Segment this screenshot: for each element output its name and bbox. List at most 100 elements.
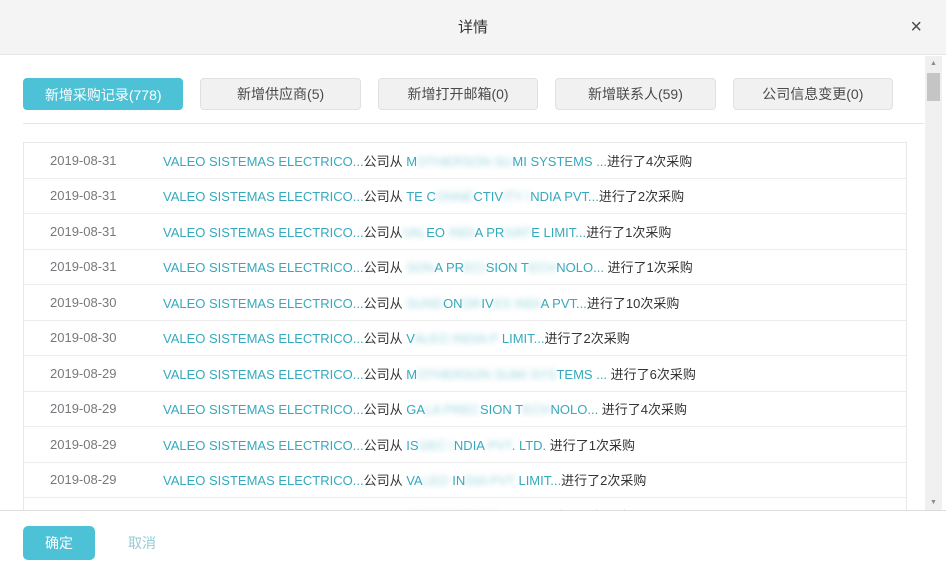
record-text: VALEO SISTEMAS ELECTRICO...公司从 VALEO IND…	[163, 328, 906, 347]
action-text: 进行了2次采购	[561, 473, 646, 488]
scroll-up-icon[interactable]: ▲	[925, 56, 942, 71]
supplier-link[interactable]: SION T	[480, 402, 523, 417]
company-link[interactable]: VALEO SISTEMAS ELECTRICO...	[163, 154, 364, 169]
company-link[interactable]: VALEO SISTEMAS ELECTRICO...	[163, 367, 364, 382]
supplier-link[interactable]: V	[406, 331, 414, 346]
supplier-link[interactable]: VA	[406, 473, 422, 488]
supplier-link[interactable]: LIMIT...	[502, 331, 545, 346]
confirm-button[interactable]: 确定	[23, 526, 95, 560]
supplier-link[interactable]: A PR	[475, 225, 505, 240]
action-text: 进行了1次采购	[550, 438, 635, 453]
record-text: VALEO SISTEMAS ELECTRICO...公司从 GALA PREC…	[163, 399, 906, 418]
company-link[interactable]: VALEO SISTEMAS ELECTRICO...	[163, 296, 364, 311]
supplier-link[interactable]: M	[406, 367, 417, 382]
supplier-link[interactable]: ON	[443, 296, 463, 311]
table-row: 2019-08-29VALEO SISTEMAS ELECTRICO...公司从…	[24, 427, 906, 463]
supplier-link[interactable]: GA	[406, 402, 425, 417]
table-row: 2019-08-31VALEO SISTEMAS ELECTRICO...公司从…	[24, 179, 906, 215]
supplier-link[interactable]: CTIV	[473, 189, 503, 204]
tab-4[interactable]: 公司信息变更(0)	[733, 78, 893, 110]
tab-1[interactable]: 新增供应商(5)	[200, 78, 360, 110]
supplier-link[interactable]: LIMIT...	[518, 473, 561, 488]
company-link[interactable]: VALEO SISTEMAS ELECTRICO...	[163, 402, 364, 417]
table-row: 2019-08-30VALEO SISTEMAS ELECTRICO...公司从…	[24, 321, 906, 357]
record-date: 2019-08-29	[24, 472, 163, 487]
supplier-link[interactable]: EO	[426, 225, 448, 240]
record-text: VALEO SISTEMAS ELECTRICO...公司从 MOTHERSON…	[163, 151, 906, 170]
record-text: VALEO SISTEMAS ELECTRICO...公司从 VALEO IND…	[163, 470, 906, 489]
action-text: 进行了2次采购	[544, 331, 629, 346]
dialog-footer: 确定 取消	[0, 510, 946, 575]
connector-text: 公司从	[364, 331, 407, 346]
supplier-name-redacted: LEO	[423, 473, 453, 488]
supplier-link[interactable]: E LIMIT...	[531, 225, 586, 240]
connector-text: 公司从	[364, 260, 407, 275]
supplier-link[interactable]: IN	[452, 473, 465, 488]
tab-2[interactable]: 新增打开邮箱(0)	[378, 78, 538, 110]
record-text: VALEO SISTEMAS ELECTRICO...公司从 TE CONNEC…	[163, 186, 906, 205]
supplier-link[interactable]: IS	[406, 438, 418, 453]
supplier-link[interactable]: MI SYSTEMS ...	[512, 154, 607, 169]
supplier-link[interactable]: NOLO...	[556, 260, 607, 275]
scroll-down-icon[interactable]: ▼	[925, 495, 942, 510]
supplier-name-redacted: SON	[406, 260, 434, 275]
action-text: 进行了6次采购	[611, 367, 696, 382]
scrollbar[interactable]: ▲ ▼	[925, 56, 942, 510]
records-table: 2019-08-31VALEO SISTEMAS ELECTRICO...公司从…	[23, 142, 907, 510]
company-link[interactable]: VALEO SISTEMAS ELECTRICO...	[163, 473, 364, 488]
action-text: 进行了2次采购	[599, 189, 684, 204]
company-link[interactable]: VALEO SISTEMAS ELECTRICO...	[163, 331, 364, 346]
supplier-name-redacted: PVT	[484, 438, 511, 453]
supplier-link[interactable]: A PVT...	[541, 296, 587, 311]
supplier-link[interactable]: SION T	[486, 260, 529, 275]
connector-text: 公司从	[364, 438, 407, 453]
record-date: 2019-08-31	[24, 224, 163, 239]
record-date: 2019-08-29	[24, 401, 163, 416]
table-row: 2019-08-29VALEO SISTEMAS ELECTRICO...公司从…	[24, 356, 906, 392]
supplier-link[interactable]: IV	[481, 296, 493, 311]
table-row: 2019-08-31VALEO SISTEMAS ELECTRICO...公司从…	[24, 214, 906, 250]
action-text: 进行了1次采购	[608, 260, 693, 275]
supplier-link[interactable]: NDIA PVT...	[530, 189, 599, 204]
record-text: VALEO SISTEMAS ELECTRICO...公司从 SONA PR EC…	[163, 257, 906, 276]
supplier-link[interactable]: A PR	[434, 260, 464, 275]
action-text: 进行了4次采购	[602, 402, 687, 417]
tab-bar: 新增采购记录(778) 新增供应商(5) 新增打开邮箱(0) 新增联系人(59) 公司信…	[23, 78, 893, 110]
dialog-title: 详情	[0, 0, 946, 55]
table-row: 2019-08-31VALEO SISTEMAS ELECTRICO...公司从…	[24, 250, 906, 286]
connector-text: 公司从	[364, 154, 407, 169]
scrollbar-thumb[interactable]	[927, 73, 940, 101]
tab-0[interactable]: 新增采购记录(778)	[23, 78, 183, 110]
supplier-name-redacted: SUND	[406, 296, 443, 311]
supplier-link[interactable]: NDIA	[454, 438, 484, 453]
supplier-link[interactable]: M	[406, 154, 417, 169]
supplier-link[interactable]: TE C	[406, 189, 436, 204]
record-date: 2019-08-30	[24, 330, 163, 345]
supplier-link[interactable]: TEMS ...	[556, 367, 610, 382]
company-link[interactable]: VALEO SISTEMAS ELECTRICO...	[163, 225, 364, 240]
tab-divider	[23, 123, 924, 124]
table-row: 2019-08-31VALEO SISTEMAS ELECTRICO...公司从…	[24, 143, 906, 179]
tab-3[interactable]: 新增联系人(59)	[555, 78, 715, 110]
supplier-name-redacted: ITY I	[503, 189, 530, 204]
supplier-link[interactable]: . LTD.	[512, 438, 550, 453]
record-text: VALEO SISTEMAS ELECTRICO...公司从 MOTHERSON…	[163, 364, 906, 383]
dialog-header: 详情 ×	[0, 0, 946, 55]
close-icon[interactable]: ×	[910, 17, 922, 37]
details-dialog: 详情 × 新增采购记录(778) 新增供应商(5) 新增打开邮箱(0) 新增联系人(5…	[0, 0, 946, 575]
company-link[interactable]: VALEO SISTEMAS ELECTRICO...	[163, 260, 364, 275]
cancel-button[interactable]: 取消	[128, 533, 156, 553]
action-text: 进行了4次采购	[607, 154, 692, 169]
connector-text: 公司从	[364, 367, 407, 382]
table-row: 2019-08-29VALEO SISTEMAS ELECTRICO...公司从…	[24, 392, 906, 428]
action-text: 进行了1次采购	[586, 225, 671, 240]
company-link[interactable]: VALEO SISTEMAS ELECTRICO...	[163, 189, 364, 204]
record-text: VALEO SISTEMAS ELECTRICO...公司从VALEO INDI…	[163, 222, 906, 241]
table-row: 2019-08-30VALEO SISTEMAS ELECTRICO...公司从…	[24, 285, 906, 321]
record-date: 2019-08-29	[24, 437, 163, 452]
supplier-link[interactable]: NOLO...	[551, 402, 602, 417]
company-link[interactable]: VALEO SISTEMAS ELECTRICO...	[163, 438, 364, 453]
supplier-name-redacted: ECH	[523, 402, 550, 417]
supplier-name-redacted: DIA PVT	[465, 473, 518, 488]
supplier-name-redacted: ECH	[529, 260, 556, 275]
